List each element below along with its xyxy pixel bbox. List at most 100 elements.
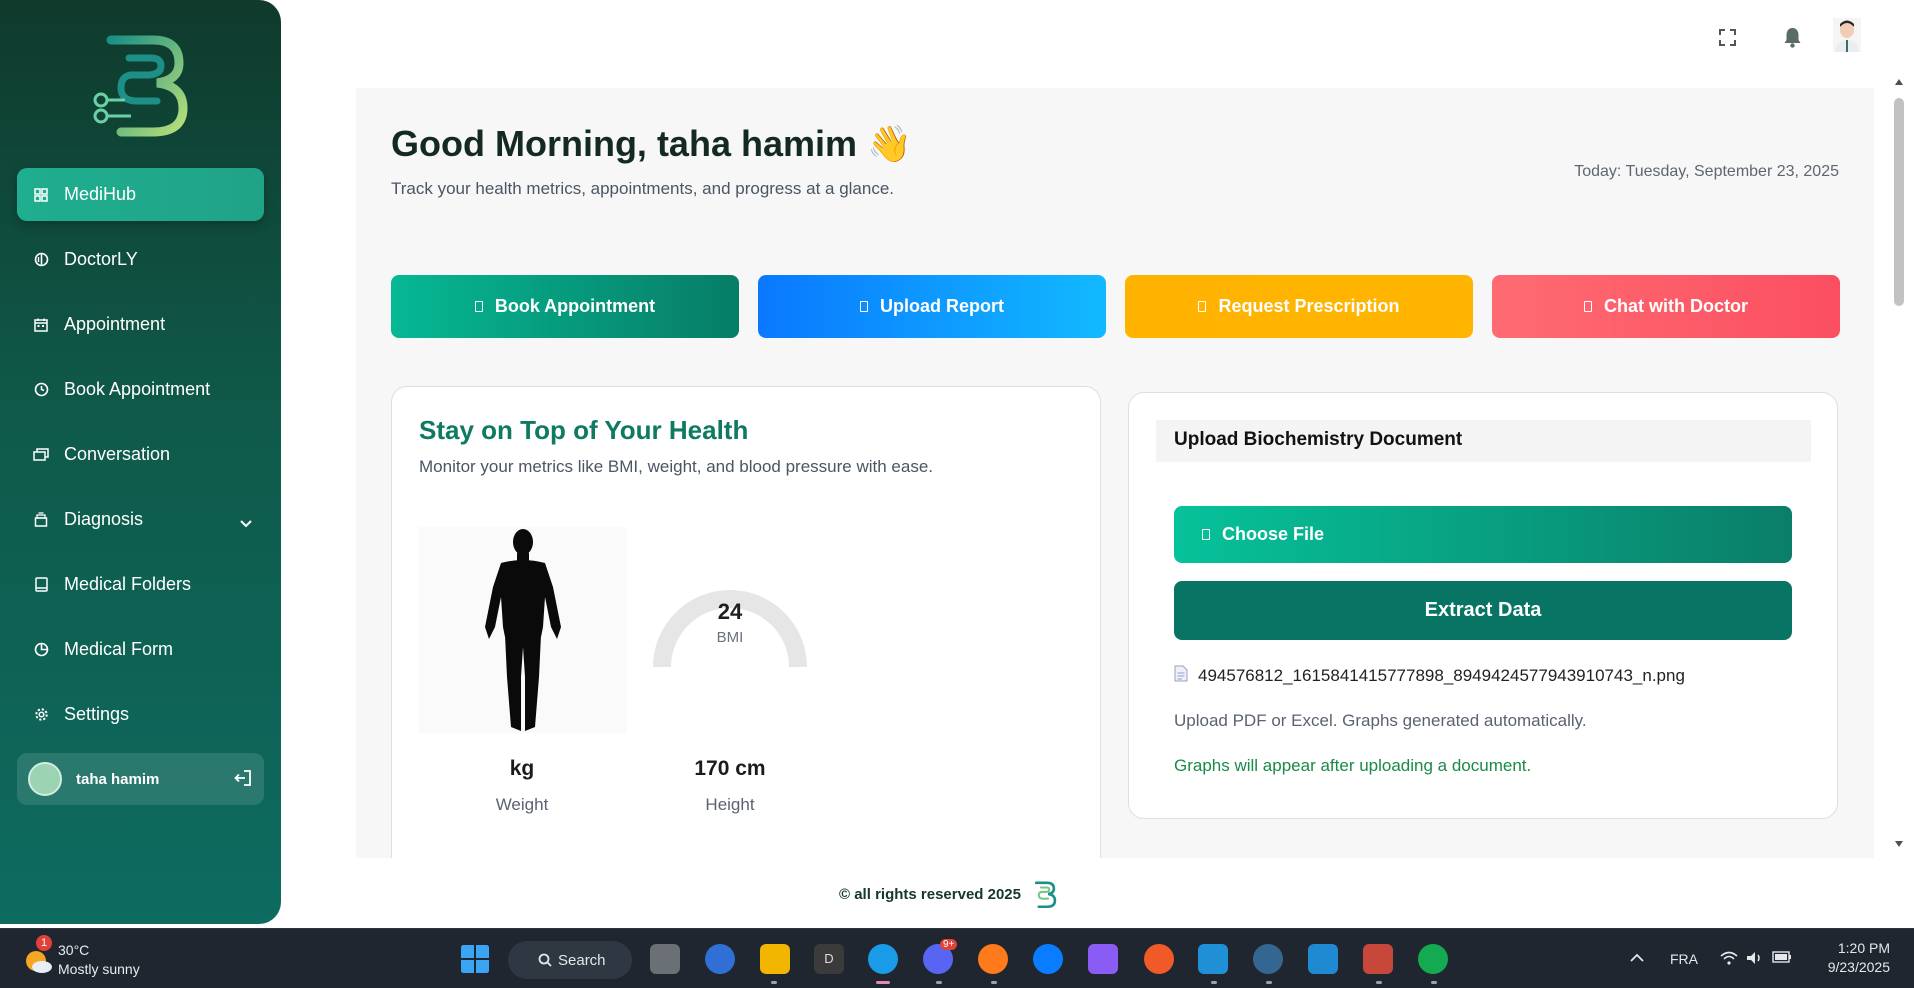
human-body-icon bbox=[485, 529, 561, 731]
body-silhouette bbox=[419, 527, 627, 733]
book-icon bbox=[33, 577, 49, 593]
scroll-up-icon[interactable] bbox=[1894, 78, 1904, 86]
app-store-icon[interactable] bbox=[705, 944, 735, 974]
greeting-title: Good Morning, taha hamim 👋 bbox=[391, 123, 912, 164]
sidebar-item-label: Book Appointment bbox=[64, 379, 211, 399]
sidebar-item-book-appointment[interactable]: Book Appointment bbox=[17, 363, 264, 416]
weather-sun-icon bbox=[26, 951, 52, 973]
bmi-label: BMI bbox=[716, 629, 744, 646]
placeholder-icon bbox=[1584, 301, 1592, 312]
upload-report-button[interactable]: Upload Report bbox=[758, 275, 1106, 338]
task-view-icon[interactable] bbox=[650, 944, 680, 974]
bell-icon[interactable] bbox=[1783, 26, 1802, 53]
sidebar-nav: MediHub DoctorLY Appointment Book Appoin… bbox=[0, 168, 281, 741]
uploaded-file: 494576812_1615841415777898_8949424577943… bbox=[1174, 665, 1685, 687]
clock-icon bbox=[33, 382, 49, 398]
button-label: Upload Report bbox=[880, 296, 1004, 316]
chevron-down-icon[interactable] bbox=[240, 512, 252, 533]
profile-avatar[interactable] bbox=[1833, 18, 1861, 57]
choose-file-button[interactable]: Choose File bbox=[1174, 506, 1792, 563]
app-d-icon[interactable]: D bbox=[814, 944, 844, 974]
weather-widget[interactable]: 1 30°C Mostly sunny bbox=[22, 935, 140, 979]
avatar bbox=[28, 762, 62, 796]
sidebar-item-doctorly[interactable]: DoctorLY bbox=[17, 233, 264, 286]
sidebar-item-label: Settings bbox=[64, 704, 130, 724]
pie-icon bbox=[33, 642, 49, 658]
file-icon bbox=[1174, 665, 1188, 687]
postman-icon[interactable] bbox=[1144, 944, 1174, 974]
placeholder-icon bbox=[1202, 529, 1210, 540]
placeholder-icon bbox=[860, 301, 868, 312]
placeholder-icon bbox=[474, 301, 483, 312]
file-explorer-icon[interactable] bbox=[760, 944, 790, 974]
button-label: Request Prescription bbox=[1218, 296, 1400, 316]
health-card-subtitle: Monitor your metrics like BMI, weight, a… bbox=[419, 457, 934, 476]
footer: © all rights reserved 2025 bbox=[839, 878, 1057, 910]
messenger-icon[interactable] bbox=[1033, 944, 1063, 974]
volume-icon[interactable] bbox=[1746, 951, 1764, 965]
sidebar-item-conversation[interactable]: Conversation bbox=[17, 428, 264, 481]
extract-data-button[interactable]: Extract Data bbox=[1174, 581, 1792, 640]
chat-with-doctor-button[interactable]: Chat with Doctor bbox=[1492, 275, 1840, 338]
mongodb-icon[interactable] bbox=[1418, 944, 1448, 974]
taskbar: 1 30°C Mostly sunny Search D 9+ FRA 1:20… bbox=[0, 928, 1914, 988]
copilot-icon[interactable] bbox=[1088, 944, 1118, 974]
graphs-note: Graphs will appear after uploading a doc… bbox=[1174, 756, 1532, 775]
clock-date: 9/23/2025 bbox=[1827, 959, 1890, 975]
medihub-logo-icon bbox=[93, 35, 188, 137]
sidebar-item-label: Conversation bbox=[64, 444, 171, 464]
snipping-tool-icon[interactable] bbox=[1363, 944, 1393, 974]
discord-badge: 9+ bbox=[940, 939, 958, 950]
quick-actions: Book Appointment Upload Report Request P… bbox=[391, 275, 1840, 338]
running-indicator bbox=[1211, 981, 1217, 984]
scrollbar-thumb[interactable] bbox=[1894, 98, 1904, 306]
running-indicator bbox=[1266, 981, 1272, 984]
sidebar-item-medihub[interactable]: MediHub bbox=[17, 168, 264, 221]
fullscreen-icon[interactable] bbox=[1719, 29, 1736, 51]
scroll-down-icon[interactable] bbox=[1894, 840, 1904, 848]
button-label: Extract Data bbox=[1424, 599, 1542, 621]
user-card[interactable]: taha hamim bbox=[17, 753, 264, 805]
sidebar-item-settings[interactable]: Settings bbox=[17, 688, 264, 741]
taskbar-search[interactable]: Search bbox=[508, 941, 632, 979]
sidebar-item-diagnosis[interactable]: Diagnosis bbox=[17, 493, 264, 546]
circle-split-icon bbox=[33, 252, 49, 268]
height-label: Height bbox=[705, 795, 755, 814]
running-indicator bbox=[936, 981, 942, 984]
language-indicator[interactable]: FRA bbox=[1670, 951, 1698, 967]
running-indicator bbox=[1376, 981, 1382, 984]
today-date: Today: Tuesday, September 23, 2025 bbox=[1574, 163, 1839, 180]
weather-desc: Mostly sunny bbox=[58, 961, 140, 977]
vscode-icon[interactable] bbox=[1308, 944, 1338, 974]
sidebar: MediHub DoctorLY Appointment Book Appoin… bbox=[0, 0, 281, 924]
clock[interactable]: 1:20 PM 9/23/2025 bbox=[1810, 939, 1890, 977]
greeting-subtitle: Track your health metrics, appointments,… bbox=[391, 179, 895, 198]
sidebar-item-label: Medical Form bbox=[64, 639, 174, 659]
wifi-icon[interactable] bbox=[1720, 951, 1738, 965]
chat-icon bbox=[33, 447, 49, 463]
book-appointment-button[interactable]: Book Appointment bbox=[391, 275, 739, 338]
search-icon bbox=[538, 953, 552, 967]
weight-stat: kg Weight bbox=[462, 757, 582, 815]
upload-card-title: Upload Biochemistry Document bbox=[1156, 420, 1811, 462]
sidebar-item-medical-form[interactable]: Medical Form bbox=[17, 623, 264, 676]
windows-start-icon[interactable] bbox=[460, 944, 490, 974]
webstorm-icon[interactable] bbox=[1198, 944, 1228, 974]
battery-icon[interactable] bbox=[1772, 951, 1792, 963]
chevron-up-icon[interactable] bbox=[1630, 953, 1644, 962]
logout-icon[interactable] bbox=[234, 769, 252, 791]
upload-hint: Upload PDF or Excel. Graphs generated au… bbox=[1174, 711, 1587, 730]
sidebar-item-label: DoctorLY bbox=[64, 249, 138, 269]
gear-icon bbox=[33, 707, 49, 723]
sidebar-item-medical-folders[interactable]: Medical Folders bbox=[17, 558, 264, 611]
firefox-icon[interactable] bbox=[978, 944, 1008, 974]
footer-logo-icon bbox=[1034, 881, 1057, 909]
weather-badge: 1 bbox=[36, 935, 52, 951]
button-label: Book Appointment bbox=[494, 296, 656, 316]
edge-icon[interactable] bbox=[868, 944, 898, 974]
running-indicator bbox=[771, 981, 777, 984]
postgresql-icon[interactable] bbox=[1253, 944, 1283, 974]
sidebar-item-appointment[interactable]: Appointment bbox=[17, 298, 264, 351]
archive-icon bbox=[33, 512, 49, 528]
request-prescription-button[interactable]: Request Prescription bbox=[1125, 275, 1473, 338]
